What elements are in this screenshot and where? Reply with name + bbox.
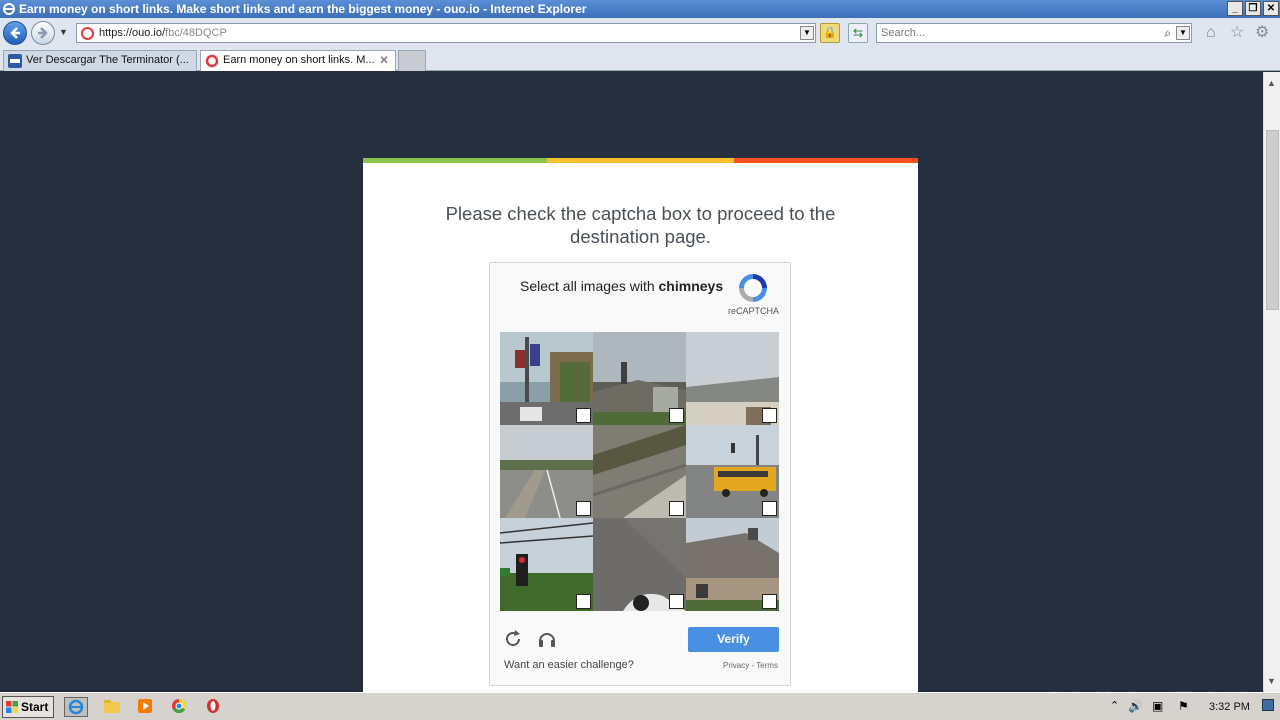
recaptcha-keyword: chimneys xyxy=(658,278,724,294)
taskbar-file-explorer[interactable] xyxy=(101,697,125,717)
tab-terminator[interactable]: Ver Descargar The Terminator (... xyxy=(3,50,197,71)
tile-school-bus[interactable] xyxy=(686,425,779,518)
anyrun-watermark: ANY▷RUN xyxy=(1040,681,1263,692)
favorites-star-icon[interactable]: ☆ xyxy=(1230,25,1244,41)
restore-button[interactable]: ❐ xyxy=(1245,1,1261,16)
network-icon[interactable]: ▣ xyxy=(1152,699,1163,713)
vertical-scrollbar[interactable]: ▲ ▼ xyxy=(1263,72,1280,692)
new-tab-button[interactable] xyxy=(398,50,426,71)
action-center-flag-icon[interactable]: ⚑ xyxy=(1178,699,1189,713)
back-button[interactable] xyxy=(3,21,27,45)
folder-icon xyxy=(104,700,120,713)
security-lock-icon[interactable]: 🔒 xyxy=(820,23,840,43)
verify-button[interactable]: Verify xyxy=(688,627,779,652)
show-hidden-icons-icon[interactable]: ⌃ xyxy=(1110,699,1119,712)
navigation-bar: ▼ https://ouo.io/fbc/48DQCP ▼ 🔒 ⇆ ⌕ ▼ ⌂ … xyxy=(0,18,1280,48)
tile-house-roof[interactable] xyxy=(686,518,779,611)
recaptcha-brand: reCAPTCHA xyxy=(728,306,780,316)
compatibility-refresh-icon[interactable]: ⇆ xyxy=(848,23,868,43)
stripe-green xyxy=(363,158,547,163)
tile-checkbox[interactable] xyxy=(762,408,777,423)
taskbar-chrome[interactable] xyxy=(168,697,192,717)
tile-roof-chimney[interactable] xyxy=(593,332,686,425)
taskbar-media-player[interactable] xyxy=(134,697,158,717)
minimize-button[interactable]: _ xyxy=(1227,1,1243,16)
recaptcha-header: Select all images with chimneys reCAPTCH… xyxy=(490,263,790,333)
tile-street-flags[interactable] xyxy=(500,332,593,425)
tab-favicon-icon xyxy=(8,54,22,68)
home-icon[interactable]: ⌂ xyxy=(1206,25,1216,41)
opera-icon xyxy=(207,699,219,713)
tile-checkbox[interactable] xyxy=(576,408,591,423)
audio-challenge-icon[interactable] xyxy=(536,628,558,650)
tile-checkbox[interactable] xyxy=(576,594,591,609)
recaptcha-instruction: Select all images with chimneys xyxy=(520,278,724,294)
captcha-message: Please check the captcha box to proceed … xyxy=(445,203,836,247)
scroll-up-icon[interactable]: ▲ xyxy=(1267,78,1276,88)
start-label: Start xyxy=(21,700,49,714)
taskbar-clock[interactable]: 3:32 PM xyxy=(1209,701,1250,713)
address-dropdown-button[interactable]: ▼ xyxy=(800,26,814,40)
tab-ouo-io[interactable]: Earn money on short links. M... ✕ xyxy=(200,50,396,71)
easier-challenge-link[interactable]: Want an easier challenge? xyxy=(504,659,634,671)
tile-road[interactable] xyxy=(500,425,593,518)
media-player-icon xyxy=(138,699,152,713)
tile-roof-house[interactable] xyxy=(686,332,779,425)
windows-logo-icon xyxy=(6,701,18,713)
window-title: Earn money on short links. Make short li… xyxy=(19,2,587,16)
recaptcha-logo-icon xyxy=(739,274,767,302)
tile-checkbox[interactable] xyxy=(669,408,684,423)
recent-pages-dropdown[interactable]: ▼ xyxy=(59,27,68,37)
tile-checkbox[interactable] xyxy=(669,501,684,516)
windows-taskbar: Start ⌃ 🔊 ▣ ⚑ 3:32 PM xyxy=(0,692,1280,720)
scroll-thumb[interactable] xyxy=(1266,130,1279,310)
tile-traffic-light[interactable] xyxy=(500,518,593,611)
internet-explorer-icon xyxy=(68,699,84,715)
search-input[interactable] xyxy=(877,24,1147,42)
tab-label: Ver Descargar The Terminator (... xyxy=(26,54,189,66)
url-text[interactable]: https://ouo.io/fbc/48DQCP xyxy=(99,27,227,39)
privacy-terms-links[interactable]: Privacy - Terms xyxy=(723,661,778,670)
page-viewport: Please check the captcha box to proceed … xyxy=(0,72,1263,692)
settings-gear-icon[interactable]: ⚙ xyxy=(1255,25,1269,41)
forward-arrow-icon xyxy=(38,27,48,39)
taskbar-opera[interactable] xyxy=(202,697,226,717)
tab-bar: Ver Descargar The Terminator (... Earn m… xyxy=(0,48,1280,71)
tab-favicon-icon xyxy=(205,54,219,68)
start-button[interactable]: Start xyxy=(2,696,54,718)
tab-label: Earn money on short links. M... xyxy=(223,54,375,66)
forward-button[interactable] xyxy=(31,21,55,45)
captcha-card: Please check the captcha box to proceed … xyxy=(363,158,918,692)
window-titlebar: Earn money on short links. Make short li… xyxy=(0,0,1280,18)
internet-explorer-icon xyxy=(3,3,15,15)
reload-challenge-icon[interactable] xyxy=(502,628,524,650)
recaptcha-widget: Select all images with chimneys reCAPTCH… xyxy=(489,262,791,686)
show-desktop-icon[interactable] xyxy=(1262,699,1274,711)
taskbar-internet-explorer[interactable] xyxy=(64,697,88,717)
close-tab-icon[interactable]: ✕ xyxy=(379,51,389,70)
close-window-button[interactable]: ✕ xyxy=(1263,1,1279,16)
recaptcha-image-grid xyxy=(500,332,780,612)
tile-checkbox[interactable] xyxy=(576,501,591,516)
volume-icon[interactable]: 🔊 xyxy=(1128,699,1143,713)
scroll-down-icon[interactable]: ▼ xyxy=(1267,676,1276,686)
address-bar[interactable]: https://ouo.io/fbc/48DQCP ▼ xyxy=(76,23,816,43)
tile-pavement[interactable] xyxy=(593,518,686,611)
chrome-icon xyxy=(172,698,187,714)
search-dropdown-button[interactable]: ▼ xyxy=(1176,26,1190,40)
tile-checkbox[interactable] xyxy=(669,594,684,609)
system-tray: ⌃ 🔊 ▣ ⚑ xyxy=(1106,696,1278,718)
tile-checkbox[interactable] xyxy=(762,594,777,609)
tile-checkbox[interactable] xyxy=(762,501,777,516)
tile-roof-closeup[interactable] xyxy=(593,425,686,518)
site-favicon-icon xyxy=(81,27,94,40)
search-icon[interactable]: ⌕ xyxy=(1164,26,1171,41)
stripe-orange xyxy=(734,158,918,163)
stripe-yellow xyxy=(547,158,734,163)
back-arrow-icon xyxy=(10,27,20,39)
search-box[interactable]: ⌕ ▼ xyxy=(876,23,1192,43)
